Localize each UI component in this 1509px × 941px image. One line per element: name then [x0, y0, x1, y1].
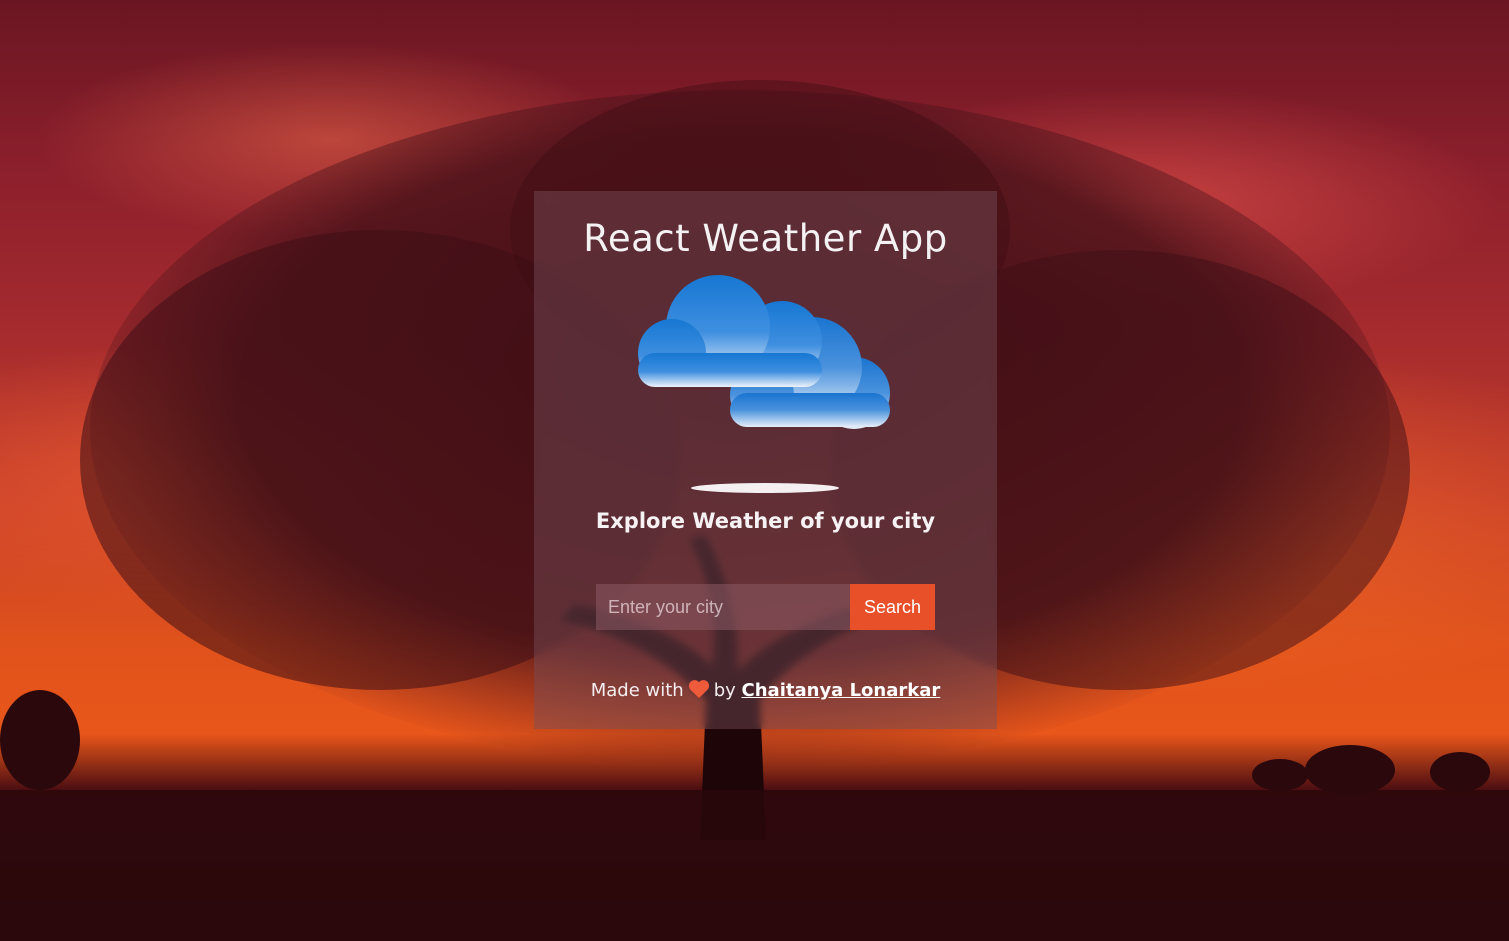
- tagline: Explore Weather of your city: [595, 509, 936, 533]
- author-link[interactable]: Chaitanya Lonarkar: [742, 680, 941, 701]
- weather-card: React Weather App Explore Weather of you…: [534, 191, 997, 729]
- footer-credit: Made with by Chaitanya Lonarkar: [534, 679, 997, 703]
- search-form: Search: [596, 584, 935, 630]
- cloud-icon: [638, 275, 890, 429]
- app-title: React Weather App: [583, 217, 948, 260]
- search-button[interactable]: Search: [850, 584, 935, 630]
- cloud-shadow: [691, 483, 839, 493]
- footer-prefix: Made with: [590, 680, 684, 701]
- heart-icon: [688, 679, 710, 703]
- footer-middle: by: [713, 680, 736, 701]
- city-search-input[interactable]: [596, 584, 850, 630]
